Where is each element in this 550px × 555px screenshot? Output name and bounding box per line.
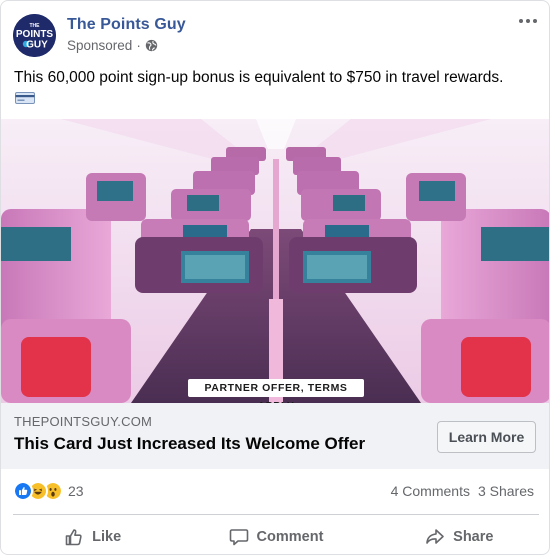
comments-count[interactable]: 4 Comments	[391, 483, 470, 499]
actions-divider	[13, 514, 539, 515]
learn-more-button[interactable]: Learn More	[437, 421, 536, 453]
page-name[interactable]: The Points Guy	[67, 16, 186, 34]
like-button[interactable]: Like	[1, 519, 184, 554]
partner-offer-badge: PARTNER OFFER, TERMS APPLY	[188, 379, 364, 412]
shares-count[interactable]: 3 Shares	[478, 483, 534, 499]
page-avatar[interactable]: THE POINTS GUY	[13, 14, 56, 57]
svg-text:POINTS: POINTS	[16, 29, 54, 40]
comment-button[interactable]: Comment	[184, 519, 367, 554]
post-caption: This 60,000 point sign-up bonus is equiv…	[14, 69, 504, 86]
share-icon	[426, 529, 444, 544]
reaction-count: 23	[68, 483, 84, 499]
reaction-summary[interactable]: 23	[13, 480, 84, 502]
sponsored-label[interactable]: Sponsored	[67, 38, 132, 53]
comment-label: Comment	[256, 529, 324, 545]
post-meta: Sponsored ·	[67, 38, 158, 53]
sponsored-post: THE POINTS GUY The Points Guy Sponsored …	[0, 0, 550, 555]
points-guy-logo-icon: THE POINTS GUY	[13, 14, 56, 57]
post-header: THE POINTS GUY The Points Guy Sponsored …	[1, 1, 549, 65]
share-label: Share	[453, 529, 494, 545]
link-headline[interactable]: This Card Just Increased Its Welcome Off…	[14, 434, 365, 454]
like-reaction-icon	[13, 481, 33, 501]
globe-icon	[145, 39, 157, 52]
more-options-icon[interactable]	[515, 11, 541, 31]
link-domain: THEPOINTSGUY.COM	[14, 414, 153, 429]
thumbs-up-icon	[65, 529, 82, 546]
meta-separator: ·	[136, 38, 141, 53]
airplane-cabin-image	[1, 119, 549, 403]
engagement-stats: 4 Comments 3 Shares	[391, 483, 534, 499]
link-preview[interactable]: THEPOINTSGUY.COM This Card Just Increase…	[1, 403, 549, 469]
like-label: Like	[92, 529, 122, 545]
credit-card-emoji	[15, 92, 35, 104]
svg-text:GUY: GUY	[26, 40, 48, 51]
post-actions: Like Comment Share	[1, 519, 549, 554]
ad-image[interactable]	[1, 119, 549, 403]
comment-icon	[229, 529, 248, 546]
share-button[interactable]: Share	[368, 519, 549, 554]
